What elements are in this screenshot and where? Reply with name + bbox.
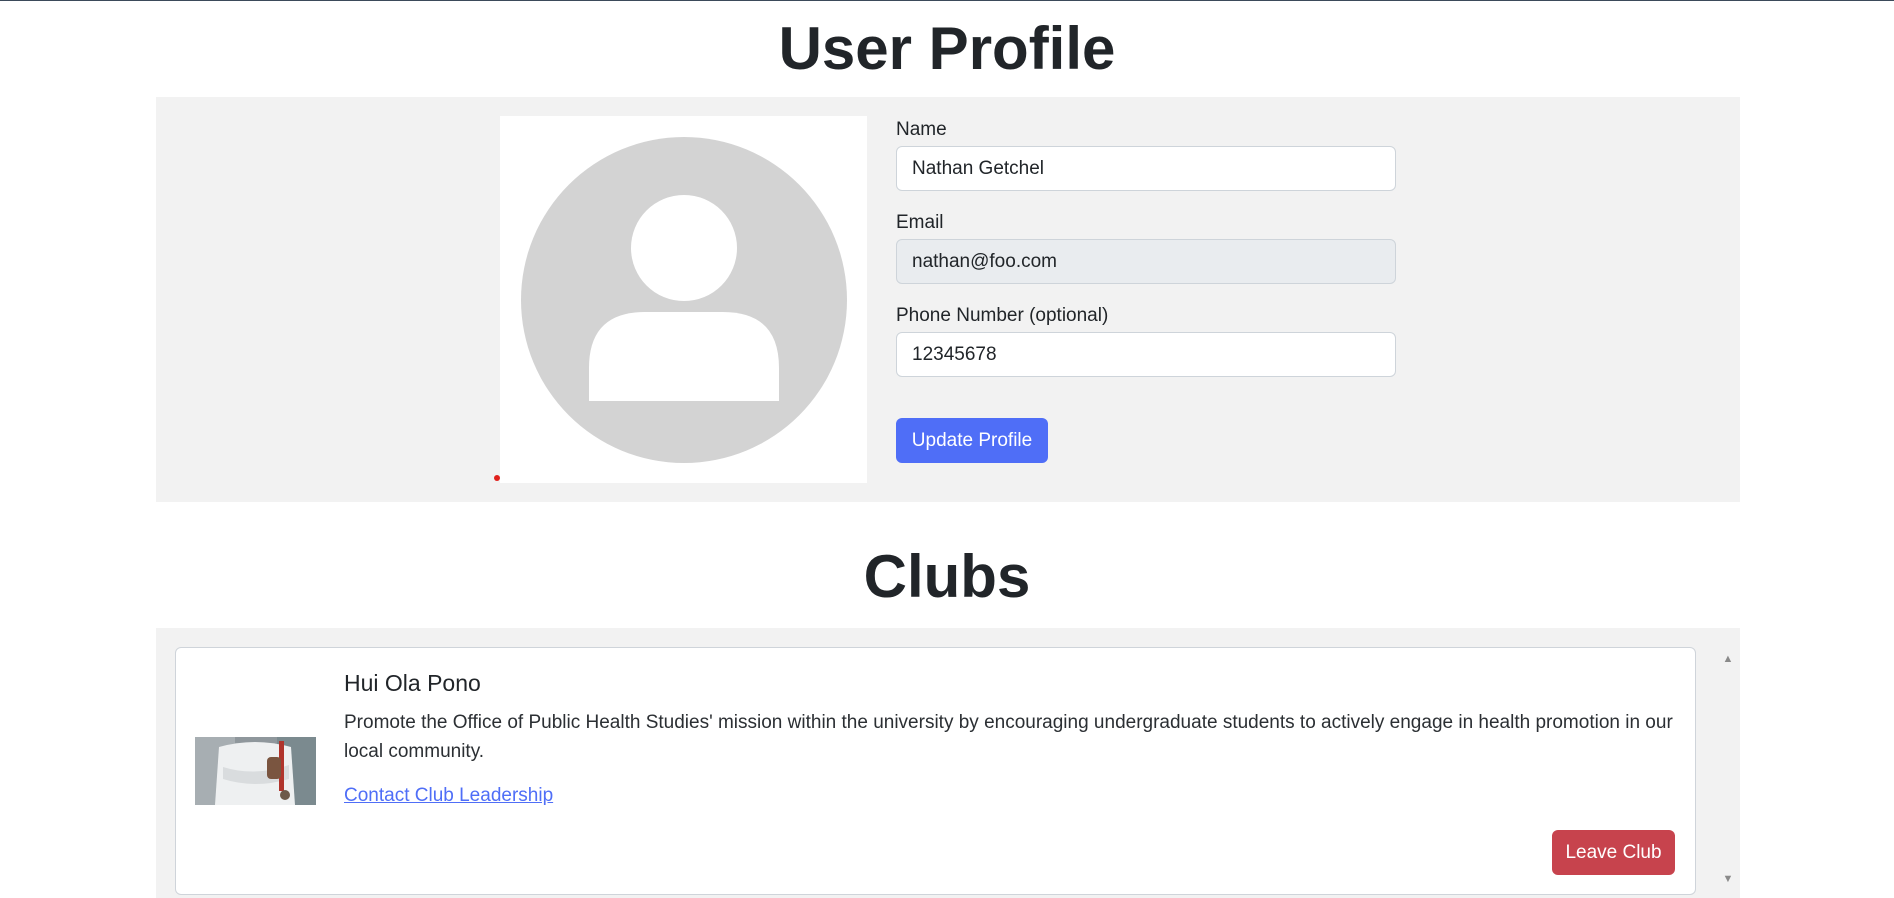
top-border (0, 0, 1894, 1)
club-name: Hui Ola Pono (344, 670, 481, 696)
email-field-group: Email (896, 212, 1396, 284)
clubs-scrollbar[interactable]: ▲ ▼ (1718, 628, 1738, 898)
scroll-up-arrow-icon[interactable]: ▲ (1718, 650, 1738, 668)
club-image (195, 737, 316, 805)
email-label: Email (896, 212, 944, 233)
phone-field-group: Phone Number (optional) (896, 305, 1396, 377)
scroll-down-arrow-icon[interactable]: ▼ (1718, 870, 1738, 888)
phone-input[interactable] (896, 332, 1396, 377)
clubs-panel: Hui Ola Pono Promote the Office of Publi… (156, 628, 1740, 898)
avatar (500, 116, 867, 483)
club-card: Hui Ola Pono Promote the Office of Publi… (175, 647, 1696, 895)
name-label: Name (896, 119, 947, 140)
name-field-group: Name (896, 119, 1396, 191)
contact-club-leadership-link[interactable]: Contact Club Leadership (344, 784, 553, 808)
phone-label: Phone Number (optional) (896, 305, 1109, 326)
leave-club-button[interactable]: Leave Club (1552, 830, 1675, 875)
email-input[interactable] (896, 239, 1396, 284)
clubs-title: Clubs (863, 543, 1031, 610)
page-title: User Profile (778, 15, 1116, 82)
user-avatar-icon (521, 137, 847, 463)
profile-panel: Name Email Phone Number (optional) Updat… (156, 97, 1740, 502)
doctor-photo-icon (195, 737, 316, 805)
update-profile-button[interactable]: Update Profile (896, 418, 1048, 463)
name-input[interactable] (896, 146, 1396, 191)
indicator-dot (494, 475, 500, 481)
club-description: Promote the Office of Public Health Stud… (344, 712, 1673, 762)
